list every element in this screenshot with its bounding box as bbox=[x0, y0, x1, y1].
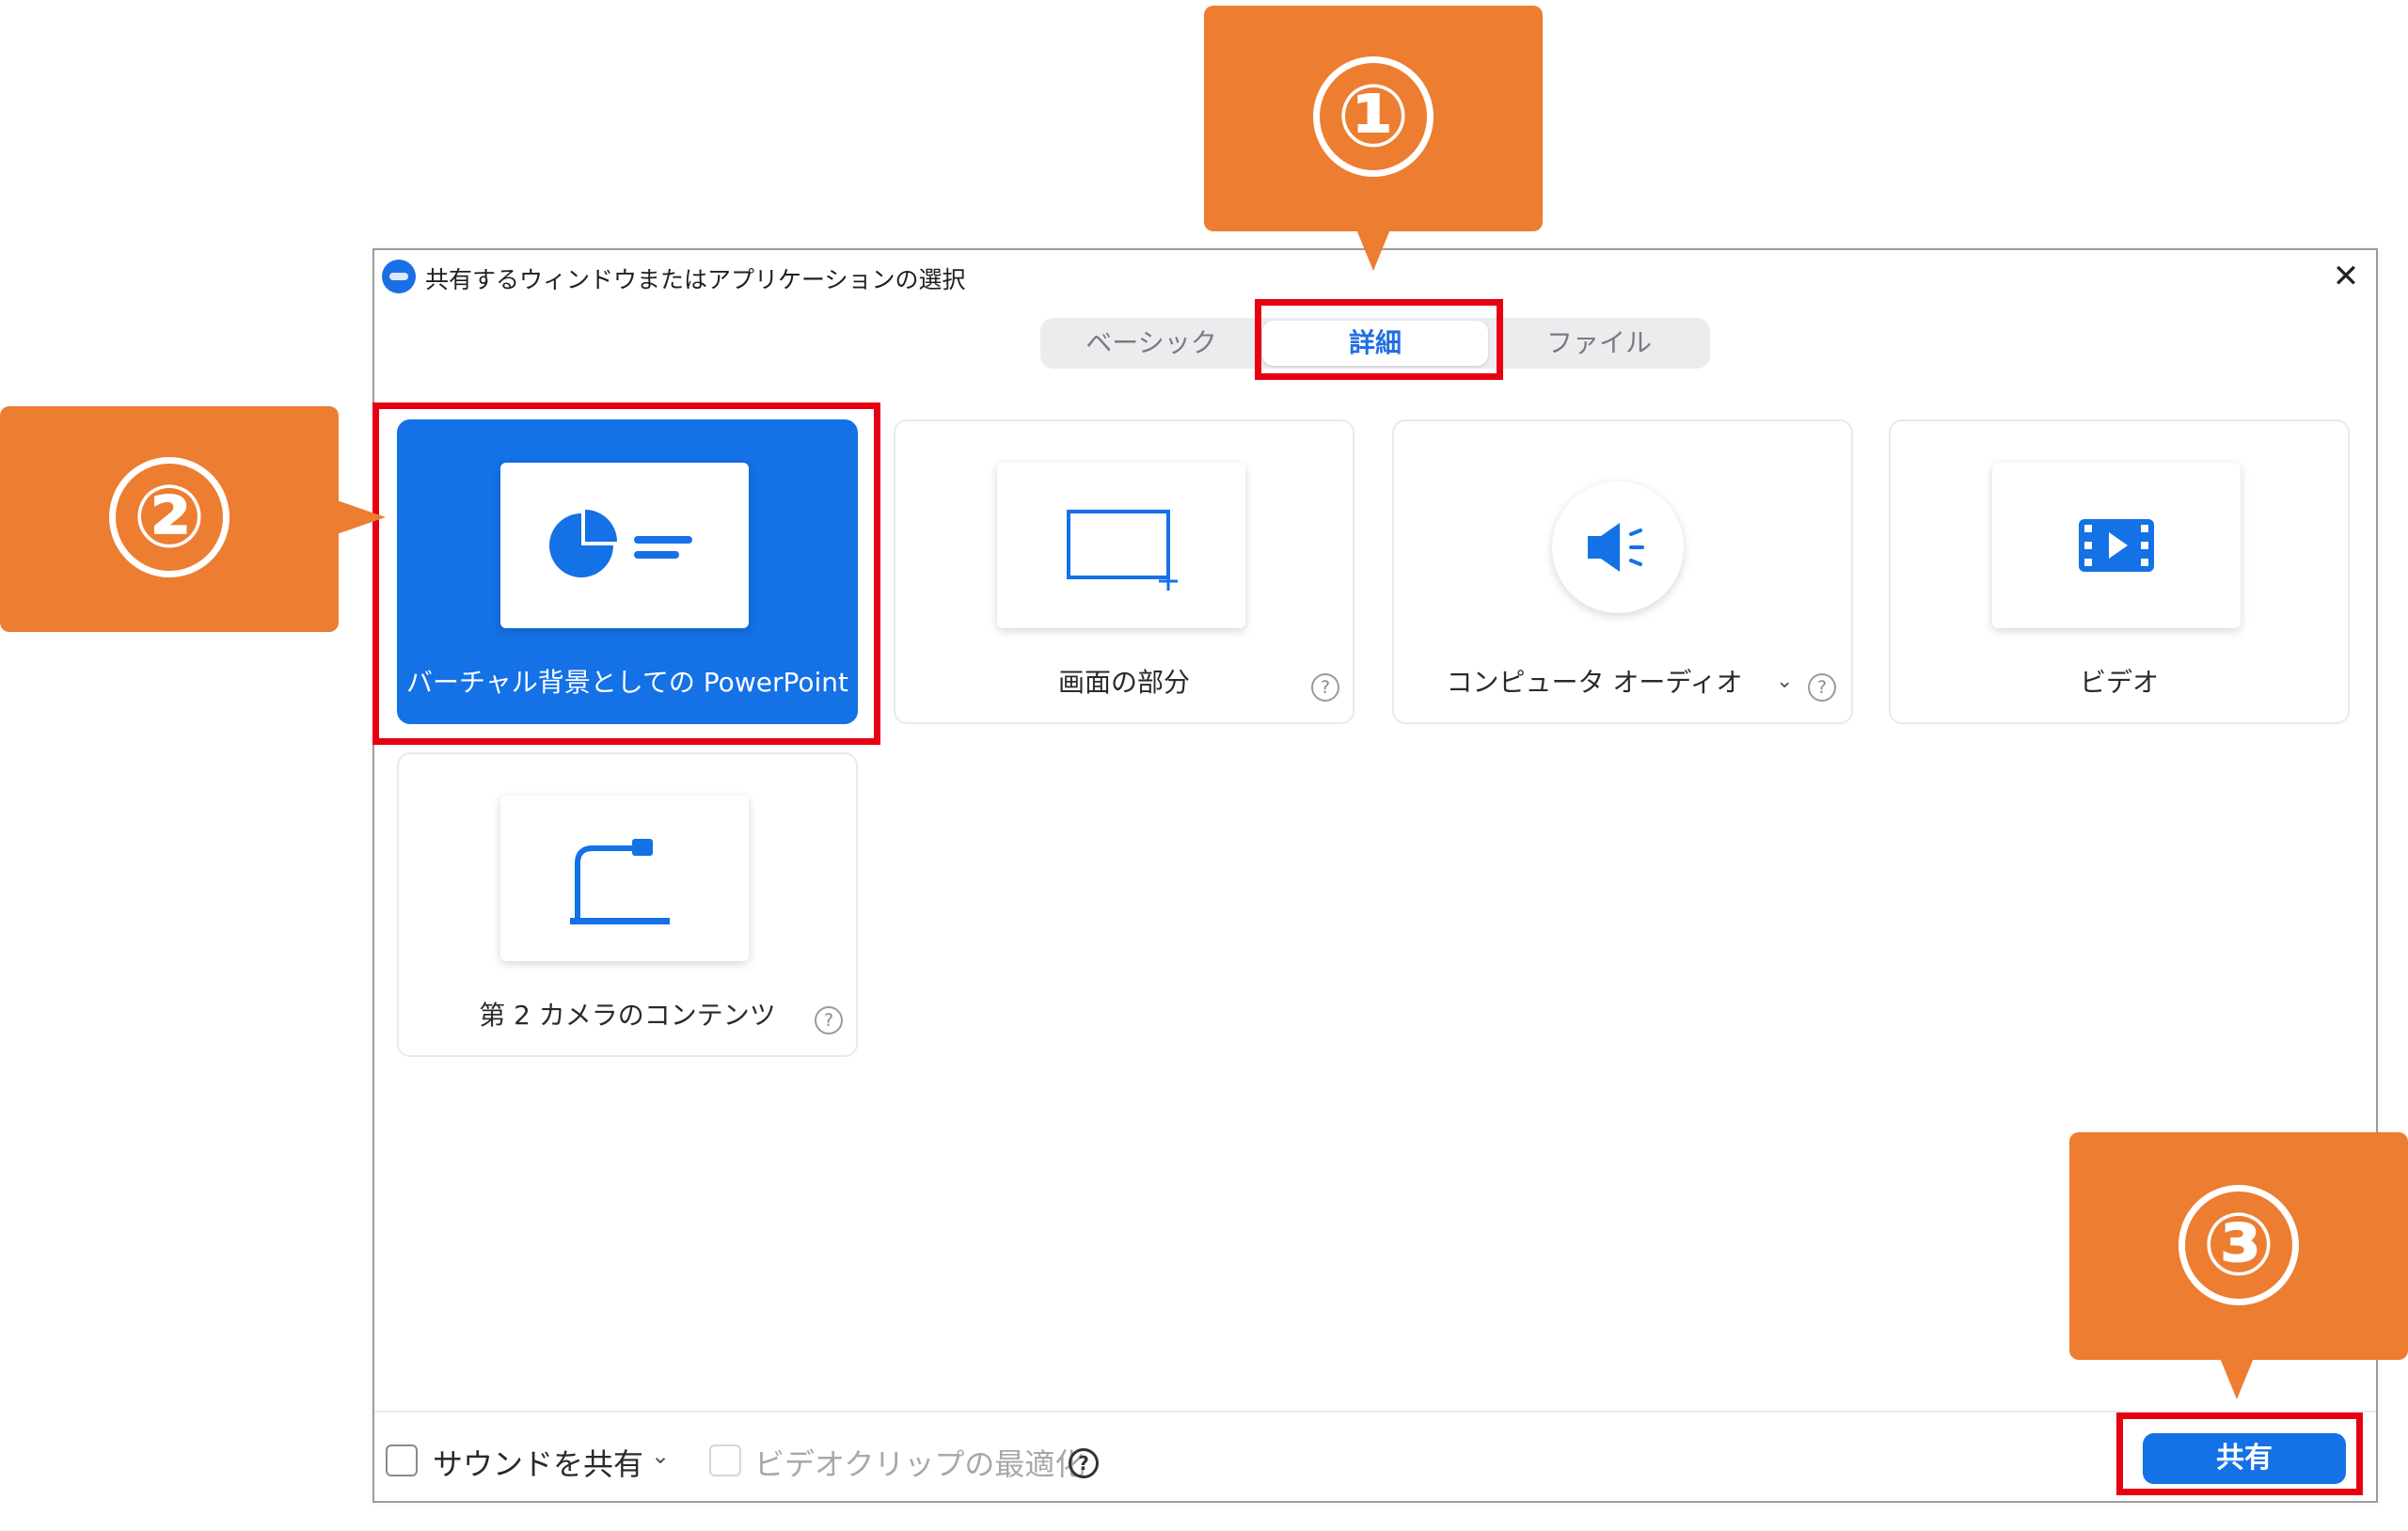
option-video[interactable]: ビデオ bbox=[1889, 419, 2350, 724]
help-icon[interactable]: ? bbox=[1808, 673, 1836, 702]
highlight-frame-share bbox=[2116, 1413, 2363, 1495]
optimize-video-label: ビデオクリップの最適化 bbox=[754, 1446, 1085, 1482]
option-label: ビデオ bbox=[2079, 667, 2159, 698]
help-icon[interactable]: ? bbox=[815, 1006, 843, 1034]
optimize-video-checkbox bbox=[709, 1444, 741, 1476]
callout-step-2: ② bbox=[0, 406, 386, 632]
option-second-camera[interactable]: 第 2 カメラのコンテンツ ? bbox=[397, 752, 858, 1057]
highlight-frame-powerpoint bbox=[372, 402, 880, 745]
zoom-logo-icon bbox=[382, 260, 416, 293]
callout-pointer bbox=[337, 500, 386, 534]
option-label: 画面の部分 bbox=[1057, 667, 1190, 698]
callout-pointer bbox=[1356, 229, 1390, 271]
share-sound-label[interactable]: サウンドを共有 bbox=[433, 1441, 643, 1484]
option-screen-portion[interactable]: 画面の部分 ? bbox=[894, 419, 1354, 724]
speaker-icon bbox=[1552, 481, 1684, 613]
video-film-icon bbox=[1992, 463, 2241, 628]
option-label: 第 2 カメラのコンテンツ bbox=[479, 1000, 776, 1031]
callout-number: ② bbox=[109, 457, 230, 577]
footer-divider bbox=[374, 1411, 2376, 1413]
close-button[interactable]: ✕ bbox=[2325, 256, 2367, 297]
option-computer-audio[interactable]: コンピュータ オーディオ ⌄ ? bbox=[1392, 419, 1853, 724]
tab-files[interactable]: ファイル bbox=[1488, 318, 1710, 369]
callout-step-3: ③ bbox=[2069, 1132, 2408, 1399]
dialog-title: 共有するウィンドウまたはアプリケーションの選択 bbox=[425, 266, 966, 293]
document-camera-icon bbox=[500, 796, 749, 961]
option-label: コンピュータ オーディオ bbox=[1446, 667, 1743, 698]
screen-portion-icon bbox=[997, 463, 1245, 628]
callout-step-1: ① bbox=[1204, 6, 1543, 271]
sound-dropdown-chevron-icon[interactable]: ⌄ bbox=[651, 1443, 670, 1469]
audio-dropdown-chevron-icon[interactable]: ⌄ bbox=[1776, 670, 1793, 693]
tab-basic[interactable]: ベーシック bbox=[1040, 318, 1262, 369]
share-sound-checkbox[interactable] bbox=[386, 1444, 418, 1476]
highlight-frame-tab bbox=[1255, 299, 1503, 380]
help-icon[interactable]: ? bbox=[1311, 673, 1339, 702]
callout-pointer bbox=[2220, 1358, 2254, 1399]
optimize-help-icon[interactable]: ? bbox=[1069, 1448, 1099, 1478]
callout-number: ③ bbox=[2178, 1185, 2299, 1305]
callout-number: ① bbox=[1313, 56, 1434, 177]
